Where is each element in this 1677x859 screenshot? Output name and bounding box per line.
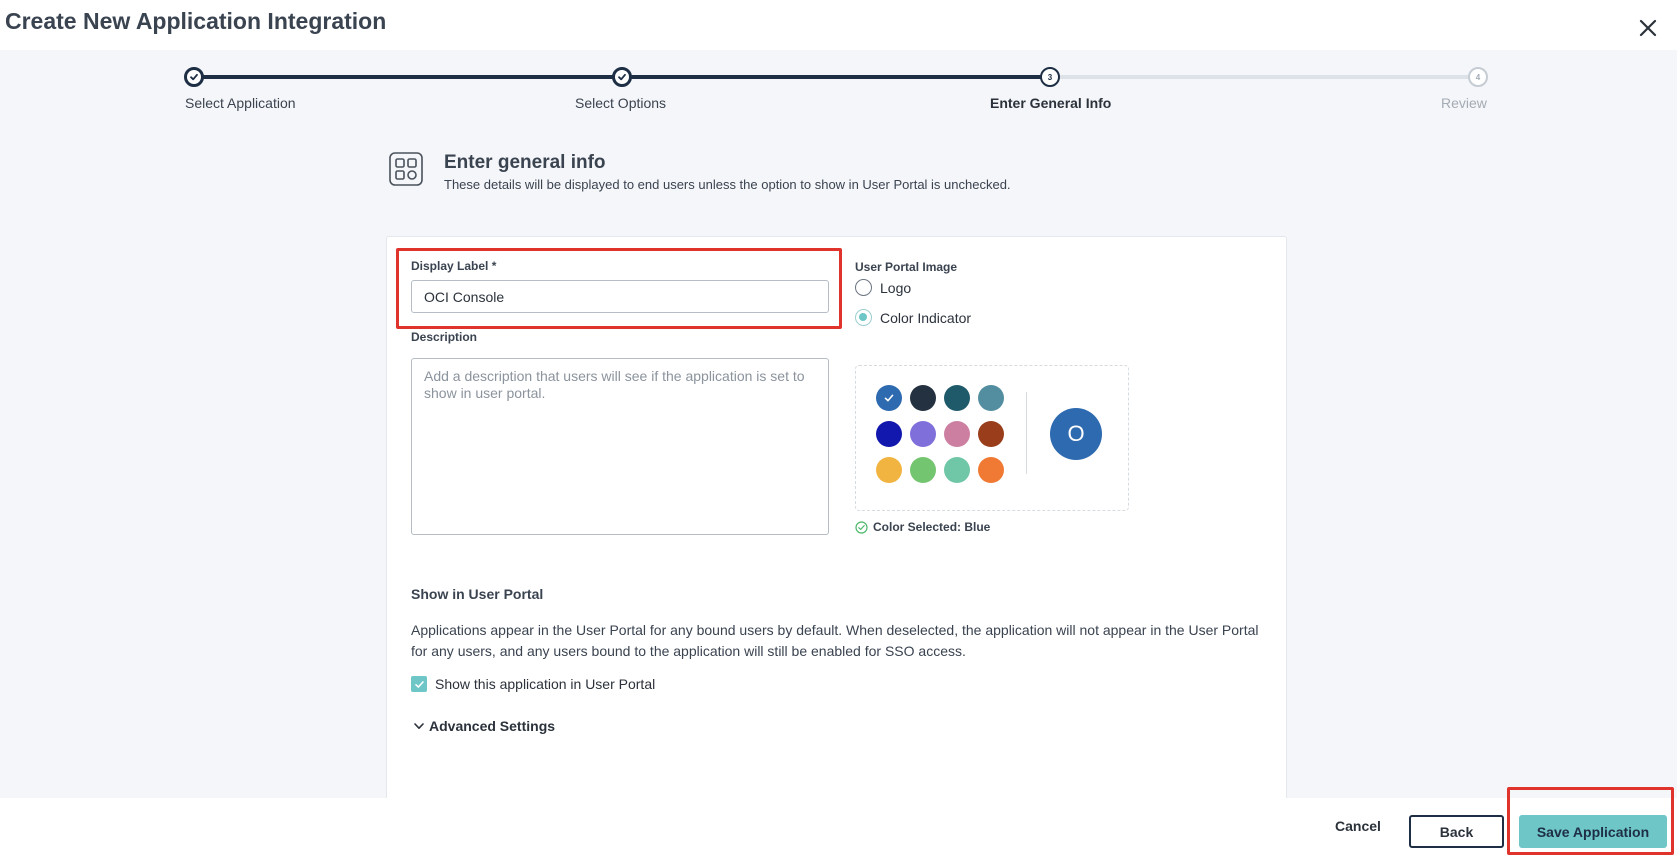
step-2-check-icon [612,67,632,87]
display-label-input[interactable] [411,280,829,313]
modal-title: Create New Application Integration [5,8,387,34]
show-in-portal-checkbox[interactable] [411,676,427,692]
check-icon [414,680,424,688]
step-label-enter-general-info: Enter General Info [990,95,1112,111]
step-connector [194,75,622,79]
step-connector [622,75,1050,79]
color-swatch-pink[interactable] [944,421,970,447]
step-4-indicator: 4 [1468,67,1488,87]
modal-header: Create New Application Integration [0,0,1677,50]
step-1-check-icon [184,67,204,87]
chevron-down-icon [414,723,424,729]
step-label-select-application: Select Application [185,95,296,111]
step-label-select-options: Select Options [575,95,667,111]
logo-radio-option[interactable]: Logo [855,279,911,296]
check-circle-icon [855,520,868,534]
color-swatch-yellow[interactable] [876,457,902,483]
logo-radio-label: Logo [880,279,912,296]
palette-divider [1026,392,1027,474]
color-preview-avatar: O [1050,408,1102,460]
advanced-settings-label: Advanced Settings [429,718,556,734]
back-button[interactable]: Back [1409,815,1504,848]
logo-radio[interactable] [855,279,872,296]
step-connector [1050,75,1478,79]
color-selected-text: Color Selected: Blue [873,520,991,534]
show-in-portal-checkbox-label: Show this application in User Portal [435,676,656,692]
show-in-portal-option[interactable]: Show this application in User Portal [411,676,655,692]
color-swatch-purple[interactable] [910,421,936,447]
display-label-label: Display Label * [411,259,497,273]
advanced-settings-toggle[interactable]: Advanced Settings [413,718,555,734]
color-swatch-green[interactable] [910,457,936,483]
cancel-button[interactable]: Cancel [1335,818,1381,834]
progress-stepper: 3 4 Select Application Select Options En… [0,50,1677,120]
apps-grid-icon [389,152,423,186]
color-swatch-slate-teal[interactable] [978,385,1004,411]
color-swatch-navy[interactable] [910,385,936,411]
description-textarea[interactable] [411,358,829,535]
modal-body: 3 4 Select Application Select Options En… [0,50,1677,816]
color-swatch-orange[interactable] [978,457,1004,483]
save-application-button[interactable]: Save Application [1519,815,1667,848]
show-in-portal-description: Applications appear in the User Portal f… [411,622,1259,659]
color-selected-status: Color Selected: Blue [855,520,990,534]
color-palette: O [855,365,1129,511]
color-indicator-radio-label: Color Indicator [880,309,972,326]
check-icon [884,394,894,402]
step-3-indicator: 3 [1040,67,1060,87]
color-swatch-royal-blue[interactable] [876,421,902,447]
section-description: These details will be displayed to end u… [444,177,1011,192]
step-label-review: Review [1441,95,1487,111]
description-label: Description [411,330,478,344]
color-indicator-radio[interactable] [855,309,872,326]
general-info-card: Display Label * Description User Portal … [386,236,1287,816]
color-swatch-dark-teal[interactable] [944,385,970,411]
modal-footer: Cancel Back Save Application [0,798,1677,859]
close-icon[interactable] [1634,14,1662,42]
color-indicator-radio-option[interactable]: Color Indicator [855,309,971,326]
color-swatch-rust[interactable] [978,421,1004,447]
color-swatch-mint[interactable] [944,457,970,483]
section-title: Enter general info [444,152,606,173]
user-portal-image-label: User Portal Image [855,260,958,274]
color-swatch-blue[interactable] [876,385,902,411]
show-in-portal-title: Show in User Portal [411,586,544,602]
